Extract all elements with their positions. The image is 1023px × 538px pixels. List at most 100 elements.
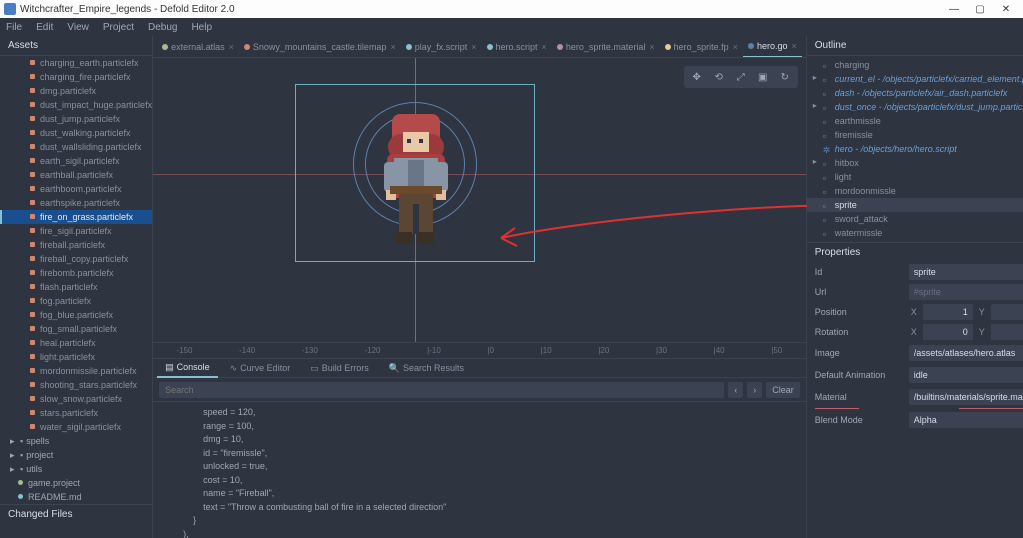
titlebar: Witchcrafter_Empire_legends - Defold Edi… (0, 0, 1023, 18)
editor-tab[interactable]: external.atlas× (157, 36, 239, 58)
asset-item[interactable]: charging_fire.particlefx (0, 70, 152, 84)
asset-item[interactable]: mordonmissile.particlefx (0, 364, 152, 378)
maximize-button[interactable]: ▢ (967, 4, 993, 15)
asset-item[interactable]: water_sigil.particlefx (0, 420, 152, 434)
lower-tab[interactable]: ▭Build Errors (302, 358, 377, 378)
console-line: speed = 120, (173, 406, 786, 420)
asset-item[interactable]: fireball.particlefx (0, 238, 152, 252)
search-prev-button[interactable]: ‹ (728, 382, 743, 398)
asset-item[interactable]: earth_sigil.particlefx (0, 154, 152, 168)
outline-item[interactable]: ▫mordoonmissle (807, 184, 1023, 198)
search-clear-button[interactable]: Clear (766, 382, 800, 398)
asset-item[interactable]: charging_earth.particlefx (0, 56, 152, 70)
rotation-label: Rotation (815, 327, 905, 337)
tab-close-icon[interactable]: × (649, 42, 654, 52)
asset-item[interactable]: stars.particlefx (0, 406, 152, 420)
refresh-tool-icon[interactable]: ↻ (774, 68, 796, 86)
blend-input[interactable] (909, 412, 1023, 428)
asset-item[interactable]: dmg.particlefx (0, 84, 152, 98)
asset-item[interactable]: heal.particlefx (0, 336, 152, 350)
move-tool-icon[interactable]: ✥ (686, 68, 708, 86)
outline-item[interactable]: ▸▫hitbox (807, 156, 1023, 170)
console-output[interactable]: speed = 120, range = 100, dmg = 10, id =… (153, 402, 806, 538)
asset-item[interactable]: earthboom.particlefx (0, 182, 152, 196)
asset-item[interactable]: dust_walking.particlefx (0, 126, 152, 140)
asset-item[interactable]: light.particlefx (0, 350, 152, 364)
asset-item[interactable]: fire_sigil.particlefx (0, 224, 152, 238)
asset-item[interactable]: fog.particlefx (0, 294, 152, 308)
tab-close-icon[interactable]: × (229, 42, 234, 52)
asset-item[interactable]: fog_blue.particlefx (0, 308, 152, 322)
outline-item[interactable]: ▫dash - /objects/particlefx/air_dash.par… (807, 86, 1023, 100)
asset-item[interactable]: firebomb.particlefx (0, 266, 152, 280)
scale-tool-icon[interactable]: ⤢ (730, 68, 752, 86)
lower-tab[interactable]: 🔍Search Results (381, 358, 472, 378)
frame-tool-icon[interactable]: ▣ (752, 68, 774, 86)
outline-item[interactable]: ▫sprite (807, 198, 1023, 212)
asset-item[interactable]: flash.particlefx (0, 280, 152, 294)
folder-item[interactable]: ▸▪project (0, 448, 152, 462)
asset-item[interactable]: earthspike.particlefx (0, 196, 152, 210)
close-button[interactable]: ✕ (993, 4, 1019, 15)
hero-sprite[interactable] (370, 108, 460, 258)
outline-item[interactable]: ▸▫dust_once - /objects/particlefx/dust_j… (807, 100, 1023, 114)
tab-close-icon[interactable]: × (542, 42, 547, 52)
editor-tab[interactable]: hero_sprite.fp× (660, 36, 743, 58)
minimize-button[interactable]: — (941, 4, 967, 15)
asset-item[interactable]: fireball_copy.particlefx (0, 252, 152, 266)
console-search-input[interactable] (159, 382, 724, 398)
editor-tab[interactable]: Snowy_mountains_castle.tilemap× (239, 36, 401, 58)
menu-debug[interactable]: Debug (148, 22, 177, 33)
asset-item[interactable]: earthball.particlefx (0, 168, 152, 182)
tab-close-icon[interactable]: × (390, 42, 395, 52)
asset-item[interactable]: dust_jump.particlefx (0, 112, 152, 126)
asset-item[interactable]: dust_impact_huge.particlefx (0, 98, 152, 112)
folder-item[interactable]: ▸▪spells (0, 434, 152, 448)
folder-item[interactable]: ▸▪utils (0, 462, 152, 476)
menu-file[interactable]: File (6, 22, 22, 33)
tab-close-icon[interactable]: × (733, 42, 738, 52)
rot-x-input[interactable] (923, 324, 973, 340)
asset-list[interactable]: charging_earth.particlefxcharging_fire.p… (0, 56, 152, 504)
menu-project[interactable]: Project (103, 22, 134, 33)
editor-tab[interactable]: hero.script× (482, 36, 552, 58)
menu-view[interactable]: View (67, 22, 89, 33)
position-label: Position (815, 307, 905, 317)
editor-tab[interactable]: hero_sprite.material× (552, 36, 660, 58)
material-input[interactable] (909, 389, 1023, 405)
tab-close-icon[interactable]: × (471, 42, 476, 52)
outline-item[interactable]: ▫earthmissle (807, 114, 1023, 128)
anim-input[interactable] (909, 367, 1023, 383)
file-item[interactable]: game.project (0, 476, 152, 490)
asset-item[interactable]: fog_small.particlefx (0, 322, 152, 336)
outline-list[interactable]: ▫charging▸▫current_el - /objects/particl… (807, 56, 1023, 242)
outline-icon: ▫ (823, 215, 830, 222)
file-item[interactable]: README.md (0, 490, 152, 504)
asset-item[interactable]: dust_wallsliding.particlefx (0, 140, 152, 154)
outline-item[interactable]: ▫sword_attack (807, 212, 1023, 226)
scene-viewport[interactable]: ✥ ⟲ ⤢ ▣ ↻ (153, 58, 806, 358)
menu-help[interactable]: Help (191, 22, 212, 33)
outline-item[interactable]: ▸▫current_el - /objects/particlefx/carri… (807, 72, 1023, 86)
search-next-button[interactable]: › (747, 382, 762, 398)
image-input[interactable] (909, 345, 1023, 361)
pos-x-input[interactable] (923, 304, 973, 320)
outline-item[interactable]: ✲hero - /objects/hero/hero.script (807, 142, 1023, 156)
pos-y-input[interactable] (991, 304, 1023, 320)
id-input[interactable] (909, 264, 1023, 280)
asset-item[interactable]: fire_on_grass.particlefx (0, 210, 152, 224)
editor-tab[interactable]: hero.go× (743, 36, 802, 58)
asset-item[interactable]: slow_snow.particlefx (0, 392, 152, 406)
outline-item[interactable]: ▫light (807, 170, 1023, 184)
lower-tab[interactable]: ▤Console (157, 358, 218, 378)
outline-item[interactable]: ▫firemissle (807, 128, 1023, 142)
lower-tab[interactable]: ∿Curve Editor (222, 358, 299, 378)
tab-close-icon[interactable]: × (791, 41, 796, 51)
rotate-tool-icon[interactable]: ⟲ (708, 68, 730, 86)
editor-tab[interactable]: play_fx.script× (401, 36, 482, 58)
rot-y-input[interactable] (991, 324, 1023, 340)
menu-edit[interactable]: Edit (36, 22, 53, 33)
asset-item[interactable]: shooting_stars.particlefx (0, 378, 152, 392)
outline-item[interactable]: ▫watermissle (807, 226, 1023, 240)
outline-item[interactable]: ▫charging (807, 58, 1023, 72)
